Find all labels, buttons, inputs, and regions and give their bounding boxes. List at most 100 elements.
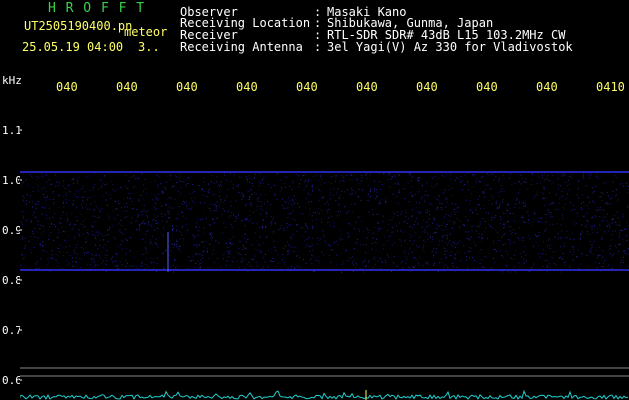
noise-pixel — [126, 216, 128, 218]
noise-pixel — [609, 202, 611, 204]
noise-pixel — [267, 200, 269, 202]
noise-pixel — [241, 262, 243, 264]
noise-pixel — [366, 177, 368, 179]
noise-pixel — [396, 211, 398, 213]
noise-pixel — [102, 246, 104, 248]
noise-pixel — [461, 224, 463, 226]
noise-pixel — [26, 194, 28, 196]
noise-pixel — [226, 179, 227, 181]
noise-pixel — [124, 216, 126, 218]
noise-pixel — [594, 261, 596, 263]
noise-pixel — [523, 251, 525, 253]
noise-pixel — [530, 184, 532, 185]
noise-pixel — [347, 211, 349, 213]
noise-pixel — [170, 175, 172, 177]
noise-pixel — [611, 222, 613, 224]
noise-pixel — [414, 220, 416, 222]
noise-pixel — [409, 236, 411, 238]
noise-pixel — [135, 228, 137, 230]
noise-pixel — [103, 239, 105, 240]
noise-pixel — [484, 196, 486, 198]
noise-pixel — [338, 198, 340, 200]
noise-pixel — [607, 230, 609, 232]
noise-pixel — [479, 181, 481, 183]
noise-pixel — [117, 268, 119, 269]
noise-pixel — [56, 237, 58, 239]
noise-pixel — [463, 224, 464, 226]
noise-pixel — [369, 191, 371, 193]
noise-pixel — [498, 177, 500, 179]
noise-pixel — [352, 256, 354, 258]
noise-pixel — [559, 257, 561, 259]
noise-pixel — [587, 207, 589, 209]
noise-pixel — [38, 203, 40, 205]
noise-pixel — [261, 201, 262, 203]
noise-pixel — [262, 182, 264, 184]
noise-pixel — [208, 190, 209, 192]
noise-pixel — [601, 237, 603, 238]
noise-pixel — [290, 212, 291, 214]
noise-pixel — [361, 220, 363, 222]
noise-pixel — [480, 241, 482, 243]
noise-pixel — [26, 200, 27, 202]
noise-pixel — [287, 207, 289, 209]
noise-pixel — [472, 267, 474, 269]
noise-pixel — [349, 178, 350, 180]
noise-pixel — [483, 205, 485, 207]
noise-pixel — [596, 209, 598, 211]
noise-pixel — [456, 211, 458, 213]
noise-pixel — [172, 207, 174, 209]
noise-pixel — [58, 232, 60, 234]
noise-pixel — [426, 263, 428, 264]
noise-pixel — [486, 173, 488, 175]
noise-pixel — [93, 210, 95, 212]
noise-pixel — [81, 188, 83, 190]
noise-pixel — [496, 208, 498, 210]
noise-pixel — [210, 181, 212, 183]
noise-pixel — [357, 179, 359, 181]
noise-pixel — [95, 253, 97, 255]
noise-pixel — [292, 218, 294, 219]
noise-pixel — [473, 224, 475, 226]
noise-pixel — [440, 261, 442, 263]
noise-pixel — [569, 251, 571, 253]
noise-pixel — [564, 242, 566, 244]
noise-pixel — [502, 201, 504, 203]
noise-pixel — [265, 216, 267, 218]
noise-pixel — [171, 186, 173, 188]
noise-pixel — [271, 222, 273, 224]
noise-pixel — [346, 213, 348, 214]
noise-pixel — [358, 188, 360, 190]
noise-pixel — [284, 176, 286, 177]
noise-pixel — [34, 227, 36, 229]
noise-pixel — [337, 211, 339, 212]
noise-pixel — [409, 234, 411, 236]
noise-pixel — [389, 219, 391, 221]
noise-pixel — [372, 233, 374, 235]
noise-pixel — [445, 199, 447, 201]
noise-pixel — [243, 247, 245, 249]
noise-pixel — [42, 246, 44, 248]
noise-pixel — [554, 236, 556, 238]
noise-pixel — [203, 246, 205, 248]
noise-pixel — [242, 259, 244, 261]
noise-pixel — [111, 256, 113, 258]
noise-pixel — [519, 181, 520, 183]
noise-pixel — [46, 181, 48, 183]
noise-pixel — [525, 254, 527, 256]
noise-pixel — [161, 220, 163, 222]
noise-pixel — [482, 266, 484, 268]
noise-pixel — [251, 182, 253, 184]
noise-pixel — [414, 240, 415, 242]
noise-pixel — [515, 233, 517, 234]
noise-pixel — [265, 226, 267, 227]
noise-pixel — [270, 221, 272, 222]
noise-pixel — [232, 243, 234, 245]
noise-pixel — [32, 186, 34, 188]
noise-pixel — [431, 204, 433, 206]
noise-pixel — [443, 222, 445, 224]
noise-pixel — [116, 188, 118, 190]
noise-pixel — [227, 247, 229, 248]
noise-pixel — [196, 222, 198, 224]
noise-pixel — [166, 175, 168, 177]
